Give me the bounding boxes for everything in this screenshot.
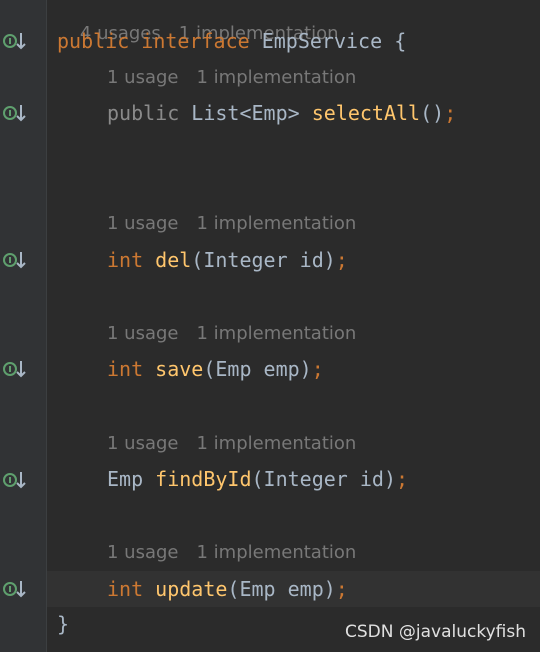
method-save[interactable]: int save(Emp emp); [107,351,324,387]
closing-brace: } [57,612,70,636]
method-params: () [420,101,445,125]
method-name[interactable]: selectAll [312,101,420,125]
usages-hint[interactable]: 1 usage [107,323,179,344]
semicolon: ; [335,248,348,272]
inlay-hint-findbyid[interactable]: 1 usage 1 implementation [107,430,374,458]
implemented-down-arrow-icon[interactable] [2,469,28,491]
implemented-down-arrow-icon[interactable] [2,30,28,52]
return-type: int [107,357,144,381]
implementations-hint[interactable]: 1 implementation [197,542,357,563]
semicolon: ; [335,577,348,601]
return-type: int [107,248,144,272]
method-modifier: public [107,101,180,125]
implementations-hint[interactable]: 1 implementation [197,433,357,454]
implementations-hint[interactable]: 1 implementation [197,67,357,88]
method-name[interactable]: save [155,357,203,381]
method-del[interactable]: int del(Integer id); [107,242,348,278]
method-params: (Emp emp) [227,577,336,601]
implemented-down-arrow-icon[interactable] [2,102,28,124]
semicolon: ; [396,467,409,491]
usages-hint[interactable]: 1 usage [107,67,179,88]
method-findbyid[interactable]: Emp findById(Integer id); [107,461,408,497]
implemented-down-arrow-icon[interactable] [2,578,28,600]
modifier-keyword: public [57,29,130,53]
open-brace: { [394,29,407,53]
interface-keyword: interface [141,29,250,53]
inlay-hint-save[interactable]: 1 usage 1 implementation [107,320,374,348]
usages-hint[interactable]: 1 usage [107,433,179,454]
interface-name[interactable]: EmpService [262,29,382,53]
method-params: (Emp emp) [203,357,312,381]
return-type[interactable]: List<Emp> [191,101,299,125]
inlay-hint-selectall[interactable]: 1 usage 1 implementation [107,64,374,92]
method-name[interactable]: findById [155,467,251,491]
watermark-text: CSDN @javaluckyfish [345,622,526,642]
return-type: int [107,577,144,601]
usages-hint[interactable]: 1 usage [107,542,179,563]
implementations-hint[interactable]: 1 implementation [197,213,357,234]
semicolon: ; [311,357,324,381]
usages-hint[interactable]: 1 usage [107,213,179,234]
method-params: (Integer id) [251,467,397,491]
method-update[interactable]: int update(Emp emp); [107,571,348,607]
inlay-hint-update[interactable]: 1 usage 1 implementation [107,539,374,567]
interface-declaration[interactable]: public interface EmpService { [57,23,406,59]
code-editor[interactable]: 4 usages 1 implementation public interfac… [0,0,540,652]
method-name[interactable]: update [155,577,227,601]
method-params: (Integer id) [191,248,336,272]
method-name[interactable]: del [155,248,191,272]
return-type[interactable]: Emp [107,467,143,491]
semicolon: ; [444,101,457,125]
implemented-down-arrow-icon[interactable] [2,358,28,380]
implemented-down-arrow-icon[interactable] [2,249,28,271]
implementations-hint[interactable]: 1 implementation [197,323,357,344]
editor-gutter [0,0,47,652]
method-selectall[interactable]: public List<Emp> selectAll(); [107,95,456,131]
inlay-hint-del[interactable]: 1 usage 1 implementation [107,210,374,238]
